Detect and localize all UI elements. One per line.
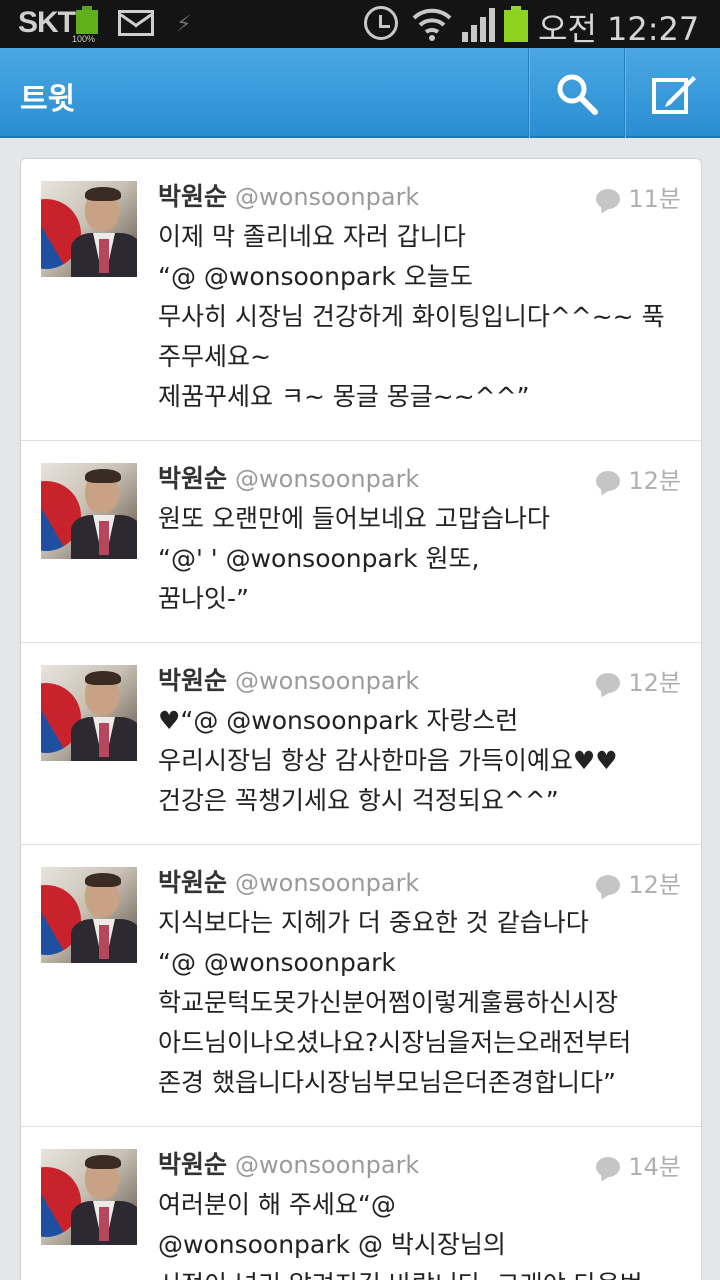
tweet-text: 여러분이 해 주세요“@ @wonsoonpark @ 박시장님의 시정이 널리… <box>158 1190 643 1280</box>
signal-icon <box>462 8 496 42</box>
wifi-icon <box>412 8 452 41</box>
reply-bubble-icon <box>596 673 621 693</box>
avatar[interactable] <box>41 463 137 559</box>
user-handle: @wonsoonpark <box>235 1151 420 1179</box>
page-title: 트윗 <box>20 82 76 117</box>
status-bar: SKT 100% ⚡ 오전 12:27 <box>0 0 720 48</box>
tweet-item[interactable]: 박원순 @wonsoonpark 12분 ♥“@ @wonsoonpark 자랑스… <box>21 643 701 845</box>
tweet-item[interactable]: 박원순 @wonsoonpark 14분 여러분이 해 주세요“@ @wonsoo… <box>21 1127 701 1280</box>
gmail-icon <box>118 10 154 36</box>
reply-bubble-icon <box>596 189 621 209</box>
compose-icon <box>652 76 696 114</box>
tweet-item[interactable]: 박원순 @wonsoonpark 12분 원또 오랜만에 들어보네요 고맙습나다 … <box>21 441 701 643</box>
tweet-time: 12분 <box>596 865 681 900</box>
tweet-time: 12분 <box>596 461 681 496</box>
tweet-list: 박원순 @wonsoonpark 11분 이제 막 졸리네요 자러 갑니다 “@ … <box>20 158 702 1280</box>
tweet-text: ♥“@ @wonsoonpark 자랑스런 우리시장님 항상 감사한마음 가득이… <box>158 706 618 815</box>
tweet-header: 박원순 @wonsoonpark <box>158 863 419 899</box>
reply-bubble-icon <box>596 1157 621 1177</box>
user-handle: @wonsoonpark <box>235 465 420 493</box>
avatar[interactable] <box>41 1149 137 1245</box>
user-handle: @wonsoonpark <box>235 869 420 897</box>
reply-bubble-icon <box>596 471 621 491</box>
user-name: 박원순 <box>158 1150 228 1179</box>
tweet-header: 박원순 @wonsoonpark <box>158 661 419 697</box>
user-handle: @wonsoonpark <box>235 667 420 695</box>
battery-percent-label: 100% <box>72 34 96 44</box>
avatar[interactable] <box>41 181 137 277</box>
user-handle: @wonsoonpark <box>235 183 420 211</box>
user-name: 박원순 <box>158 666 228 695</box>
clock: 오전 12:27 <box>538 10 700 48</box>
tweet-time: 11분 <box>596 179 681 214</box>
compose-button[interactable] <box>626 48 720 138</box>
search-button[interactable] <box>530 48 624 138</box>
tweet-item[interactable]: 박원순 @wonsoonpark 11분 이제 막 졸리네요 자러 갑니다 “@ … <box>21 159 701 441</box>
usb-icon: ⚡ <box>176 12 192 37</box>
tweet-header: 박원순 @wonsoonpark <box>158 177 419 213</box>
carrier-label: SKT <box>18 6 76 39</box>
action-bar: 트윗 <box>0 48 720 138</box>
tweet-header: 박원순 @wonsoonpark <box>158 459 419 495</box>
tweet-text: 원또 오랜만에 들어보네요 고맙습나다 “@' ' @wonsoonpark 원… <box>158 504 550 613</box>
avatar[interactable] <box>41 665 137 761</box>
tweet-time: 12분 <box>596 663 681 698</box>
avatar[interactable] <box>41 867 137 963</box>
user-name: 박원순 <box>158 868 228 897</box>
user-name: 박원순 <box>158 464 228 493</box>
battery-full-icon: 100% <box>72 6 100 44</box>
tweet-text: 지식보다는 지헤가 더 중요한 것 같습나다 “@ @wonsoonpark 학… <box>158 908 632 1097</box>
search-icon <box>557 74 598 115</box>
tweet-time: 14분 <box>596 1147 681 1182</box>
alarm-icon <box>364 6 398 40</box>
tweet-header: 박원순 @wonsoonpark <box>158 1145 419 1181</box>
user-name: 박원순 <box>158 182 228 211</box>
tweet-item[interactable]: 박원순 @wonsoonpark 12분 지식보다는 지헤가 더 중요한 것 같습… <box>21 845 701 1127</box>
reply-bubble-icon <box>596 875 621 895</box>
tweet-text: 이제 막 졸리네요 자러 갑니다 “@ @wonsoonpark 오늘도 무사히… <box>158 222 665 411</box>
battery-icon <box>504 6 528 42</box>
